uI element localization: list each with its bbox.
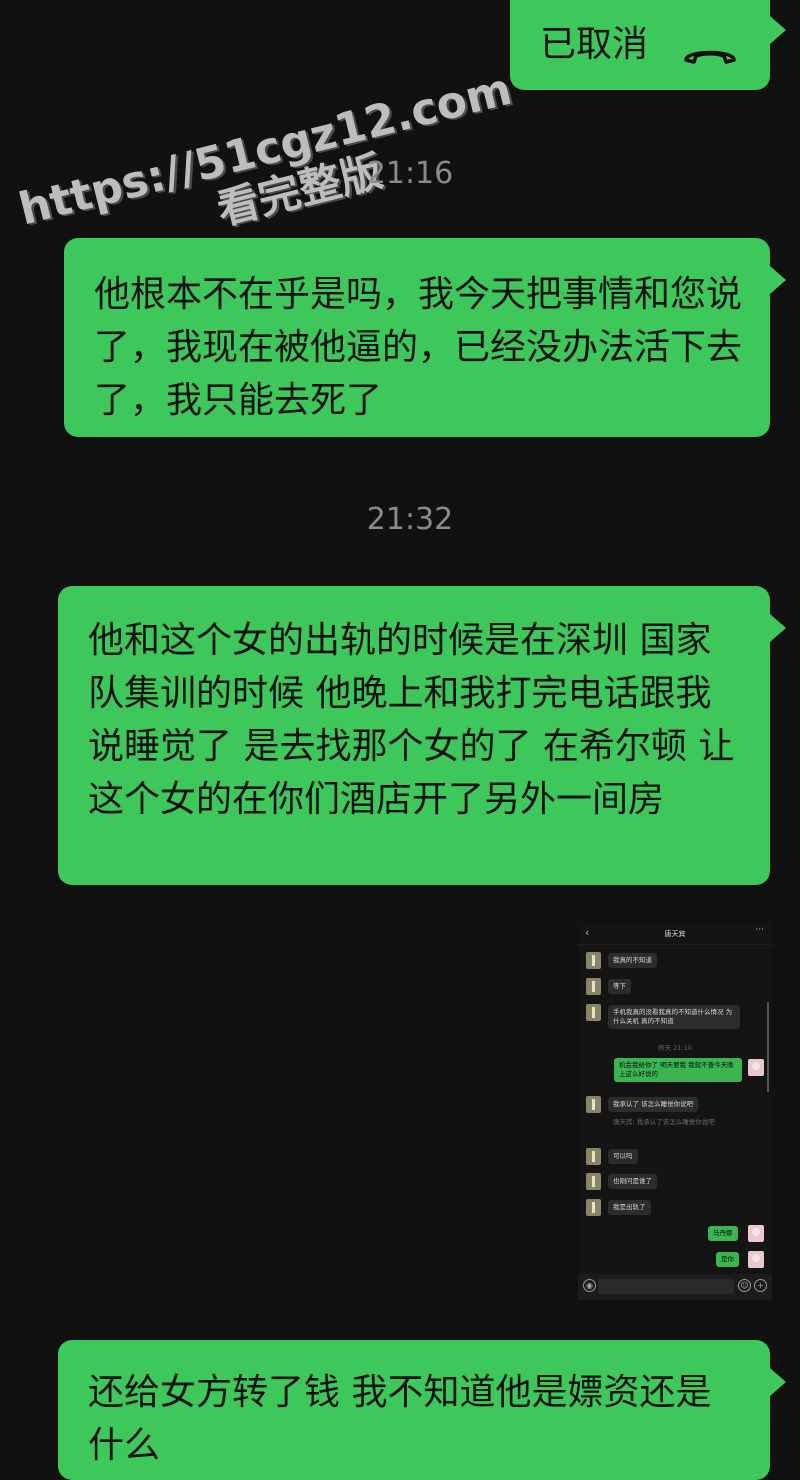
avatar: [586, 1173, 601, 1190]
chat-message: 我是出轨了: [608, 1200, 651, 1215]
chat-message: 我真的不知道: [608, 953, 657, 968]
chat-timestamp: 昨天 21:10: [658, 1044, 692, 1052]
chat-message: 手机我真的没看我真的不知道什么情况 为什么关机 真的不知道: [608, 1005, 740, 1029]
avatar: [748, 1251, 764, 1268]
avatar: [748, 1059, 764, 1076]
timestamp: 21:32: [366, 502, 454, 537]
image-message-screenshot[interactable]: ‹ 唐天宾 ··· 我真的不知道 等下 手机我真的没看我真的不知道什么情况 为什…: [578, 922, 772, 1300]
avatar: [748, 1225, 764, 1242]
hangup-phone-icon: [682, 28, 738, 81]
chat-input-field: [598, 1279, 734, 1294]
chat-message: 可以吗: [608, 1149, 638, 1164]
call-status-text: 已取消: [540, 24, 649, 65]
chat-message: 我承认了 该怎么睡觉你说吧: [608, 1097, 699, 1112]
chat-quote: 唐天宾: 我承认了该怎么睡觉你说吧: [613, 1118, 715, 1126]
canceled-call-bubble[interactable]: 已取消: [510, 0, 786, 90]
avatar: [586, 1199, 601, 1216]
timestamp: 21:16: [366, 156, 454, 191]
message-bubble[interactable]: 他根本不在乎是吗，我今天把事情和您说了，我现在被他逼的，已经没办法活下去了，我只…: [64, 238, 786, 437]
emoji-icon: ☺: [738, 1279, 751, 1292]
chat-header: ‹ 唐天宾 ···: [578, 922, 772, 945]
chat-message: 等下: [608, 979, 631, 994]
avatar: [586, 978, 601, 995]
message-bubble[interactable]: 还给女方转了钱 我不知道他是嫖资还是什么: [58, 1340, 786, 1480]
chat-message: 是你: [716, 1252, 739, 1267]
message-text: 他和这个女的出轨的时候是在深圳 国家队集训的时候 他晚上和我打完电话跟我说睡觉了…: [88, 620, 735, 820]
chat-message: 也刚问是谁了: [608, 1174, 657, 1189]
avatar: [586, 1096, 601, 1113]
chat-message: 机会我给你了 明天要我 我就不查今天晚上这么好说的: [614, 1058, 742, 1082]
chat-message: 马丹娜: [708, 1226, 738, 1241]
voice-icon: ◉: [583, 1279, 596, 1292]
avatar: [586, 1004, 601, 1021]
chat-title: 唐天宾: [664, 930, 686, 938]
message-text: 他根本不在乎是吗，我今天把事情和您说了，我现在被他逼的，已经没办法活下去了，我只…: [94, 274, 743, 421]
avatar: [586, 952, 601, 969]
plus-icon: +: [754, 1279, 767, 1292]
more-icon: ···: [755, 925, 764, 935]
message-bubble[interactable]: 他和这个女的出轨的时候是在深圳 国家队集训的时候 他晚上和我打完电话跟我说睡觉了…: [58, 586, 786, 885]
message-text: 还给女方转了钱 我不知道他是嫖资还是什么: [88, 1372, 712, 1466]
avatar: [586, 1148, 601, 1165]
